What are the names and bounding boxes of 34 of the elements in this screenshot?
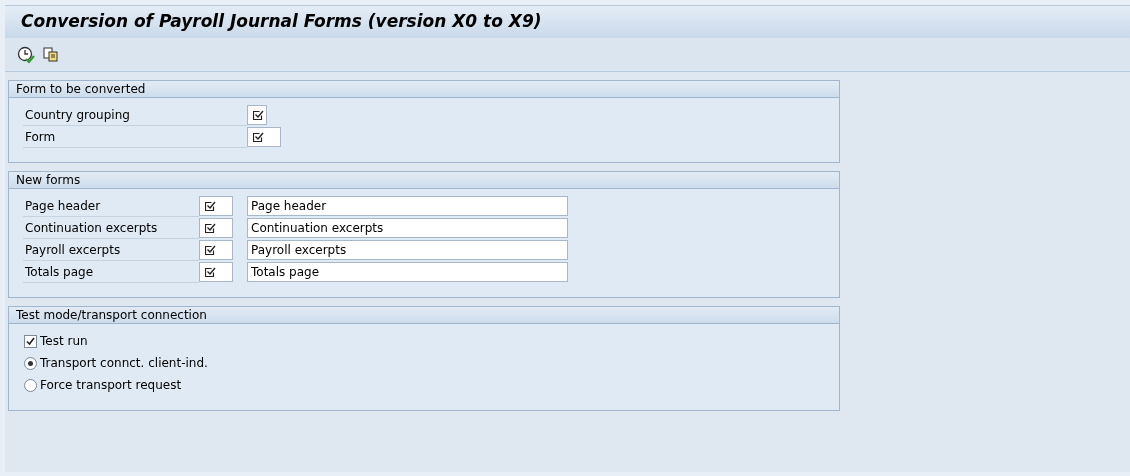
selection-field[interactable] xyxy=(199,262,233,282)
field-label: Totals page xyxy=(23,261,199,283)
field-label: Country grouping xyxy=(23,104,247,126)
required-entry-icon xyxy=(205,266,216,278)
input-field[interactable]: Payroll excerpts xyxy=(247,240,568,260)
field-label: Form xyxy=(23,126,247,148)
copy-pages-icon[interactable] xyxy=(43,46,59,63)
group-title: New forms xyxy=(9,172,839,189)
checkbox[interactable] xyxy=(24,334,37,348)
group-title: Form to be converted xyxy=(9,81,839,98)
required-entry-icon xyxy=(205,200,216,212)
selection-field[interactable] xyxy=(247,127,281,147)
input-field[interactable]: Continuation excerpts xyxy=(247,218,568,238)
required-entry-icon xyxy=(205,222,216,234)
window-title: Conversion of Payroll Journal Forms (version X0 to X9) xyxy=(21,10,542,34)
clock-check-icon[interactable] xyxy=(17,45,35,64)
selection-field[interactable] xyxy=(199,240,233,260)
selection-field[interactable] xyxy=(247,105,267,125)
selection-field[interactable] xyxy=(199,218,233,238)
selection-field[interactable] xyxy=(199,196,233,216)
radio-label: Force transport request xyxy=(40,377,182,394)
radio-button[interactable] xyxy=(24,378,37,392)
field-label: Page header xyxy=(23,195,199,217)
input-field[interactable]: Page header xyxy=(247,196,568,216)
required-entry-icon xyxy=(253,131,264,143)
checkbox-label: Test run xyxy=(40,333,88,350)
input-field[interactable]: Totals page xyxy=(247,262,568,282)
required-entry-icon xyxy=(205,244,216,256)
required-entry-icon xyxy=(253,109,264,121)
field-label: Continuation excerpts xyxy=(23,217,199,239)
group-title: Test mode/transport connection xyxy=(9,307,839,324)
field-label: Payroll excerpts xyxy=(23,239,199,261)
radio-button[interactable] xyxy=(24,356,37,370)
radio-label: Transport connct. client-ind. xyxy=(40,355,208,372)
